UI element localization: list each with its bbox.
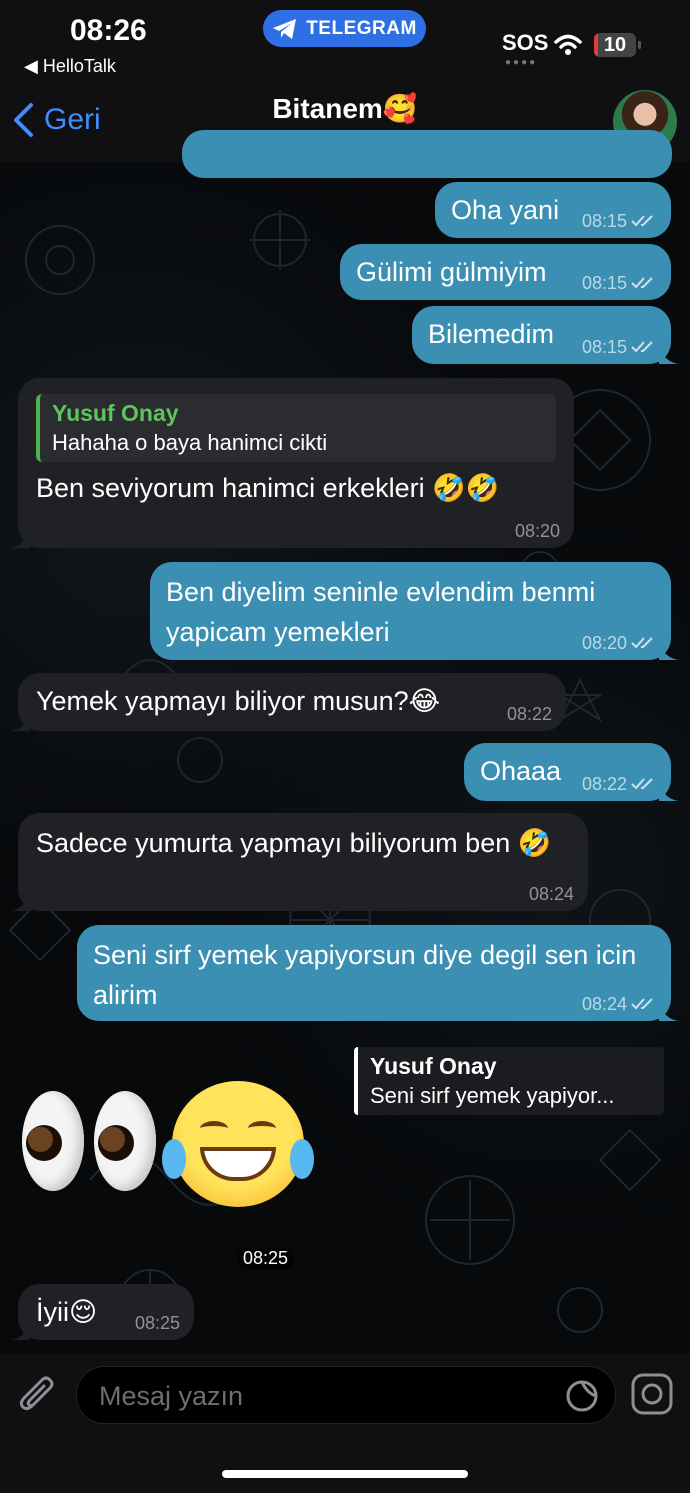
bubble-tail: [659, 344, 679, 364]
message-field[interactable]: [76, 1366, 616, 1425]
reply-quote[interactable]: Yusuf Onay Hahaha o baya hanimci cikti: [36, 394, 556, 462]
double-check-icon: [631, 778, 653, 790]
telegram-pill[interactable]: TELEGRAM: [263, 10, 426, 47]
message-time: 08:25: [237, 1247, 295, 1270]
double-check-icon: [631, 215, 653, 227]
bubble-tail: [659, 640, 679, 660]
message-text: Ben diyelim seninle evlendim benmi yapic…: [166, 577, 596, 647]
sticker-reply-quote[interactable]: Yusuf Onay Seni sirf yemek yapiyor...: [354, 1047, 664, 1115]
message-time: 08:20: [581, 633, 627, 653]
message-bubble[interactable]: Gülimi gülmiyim 08:15: [340, 244, 671, 300]
message-text: Ben seviyorum hanimci erkekleri 🤣🤣: [36, 473, 500, 503]
reply-text: Seni sirf yemek yapiyor...: [370, 1083, 615, 1108]
message-time: 08:22: [581, 774, 627, 794]
wifi-icon: [554, 34, 582, 55]
telegram-pill-label: TELEGRAM: [306, 17, 417, 39]
message-text: İyii😌: [36, 1297, 98, 1327]
message-text: Bilemedim: [428, 319, 555, 349]
message-text: Yemek yapmayı biliyor musun?😂: [36, 686, 441, 716]
message-bubble[interactable]: Seni sirf yemek yapiyorsun diye degil se…: [77, 925, 679, 1021]
message-input[interactable]: [97, 1367, 551, 1425]
chat-title[interactable]: Bitanem🥰: [0, 92, 690, 125]
bubble-tail: [10, 891, 30, 911]
message-time: 08:15: [581, 211, 627, 231]
message-text: Gülimi gülmiyim: [356, 257, 547, 287]
reply-author: Yusuf Onay: [370, 1053, 497, 1079]
sticker-icon[interactable]: [565, 1379, 599, 1413]
message-time: 08:24: [581, 994, 627, 1014]
eyes-emoji-icon: [20, 1087, 160, 1197]
bubble-tail: [10, 1320, 30, 1340]
message-time: 08:22: [506, 704, 552, 724]
paperclip-icon[interactable]: [18, 1372, 58, 1416]
message-bubble-partial[interactable]: [182, 130, 672, 178]
telegram-plane-icon: [273, 18, 297, 39]
status-bar: 08:26 ◀ HelloTalk TELEGRAM SOS ●●●● 10: [0, 0, 690, 80]
joy-emoji-icon: [162, 1081, 314, 1207]
message-time: 08:20: [514, 521, 560, 541]
home-indicator[interactable]: [222, 1470, 468, 1478]
reply-author: Yusuf Onay: [52, 400, 179, 426]
message-text: Sadece yumurta yapmayı biliyorum ben 🤣: [36, 828, 552, 858]
message-text: Ohaaa: [480, 756, 562, 786]
double-check-icon: [631, 998, 653, 1010]
input-bar: [0, 1354, 690, 1493]
message-time: 08:25: [134, 1313, 180, 1333]
clock: 08:26: [70, 14, 147, 47]
message-time: 08:15: [581, 273, 627, 293]
double-check-icon: [631, 277, 653, 289]
bubble-tail: [659, 1001, 679, 1021]
message-bubble[interactable]: Oha yani 08:15: [435, 182, 671, 238]
bubble-tail: [10, 528, 30, 548]
message-time: 08:24: [528, 884, 574, 904]
message-bubble[interactable]: Bilemedim 08:15: [412, 306, 679, 364]
message-bubble[interactable]: Yusuf Onay Hahaha o baya hanimci cikti B…: [10, 378, 574, 548]
camera-icon[interactable]: [630, 1372, 674, 1416]
message-text: Oha yani: [451, 195, 560, 225]
message-bubble[interactable]: Ohaaa 08:22: [464, 743, 679, 801]
sticker-message[interactable]: Yusuf Onay Seni sirf yemek yapiyor... 08…: [18, 1045, 670, 1275]
message-bubble[interactable]: Ben diyelim seninle evlendim benmi yapic…: [150, 562, 679, 660]
message-bubble[interactable]: Yemek yapmayı biliyor musun?😂 08:22: [10, 673, 566, 731]
sos-indicator: SOS: [502, 30, 549, 55]
message-bubble[interactable]: İyii😌 08:25: [10, 1284, 194, 1340]
bubble-tail: [659, 781, 679, 801]
double-check-icon: [631, 341, 653, 353]
battery-icon: 10: [594, 33, 636, 57]
bubble-tail: [10, 711, 30, 731]
battery-tip: [638, 41, 641, 49]
double-check-icon: [631, 637, 653, 649]
message-text: Seni sirf yemek yapiyorsun diye degil se…: [93, 940, 637, 1010]
back-to-app-link[interactable]: ◀ HelloTalk: [24, 56, 116, 77]
signal-dots-icon: ●●●●: [505, 57, 538, 68]
message-bubble[interactable]: Sadece yumurta yapmayı biliyorum ben 🤣 0…: [10, 813, 588, 911]
message-time: 08:15: [581, 337, 627, 357]
battery-level: 10: [603, 34, 627, 56]
reply-text: Hahaha o baya hanimci cikti: [52, 430, 328, 455]
